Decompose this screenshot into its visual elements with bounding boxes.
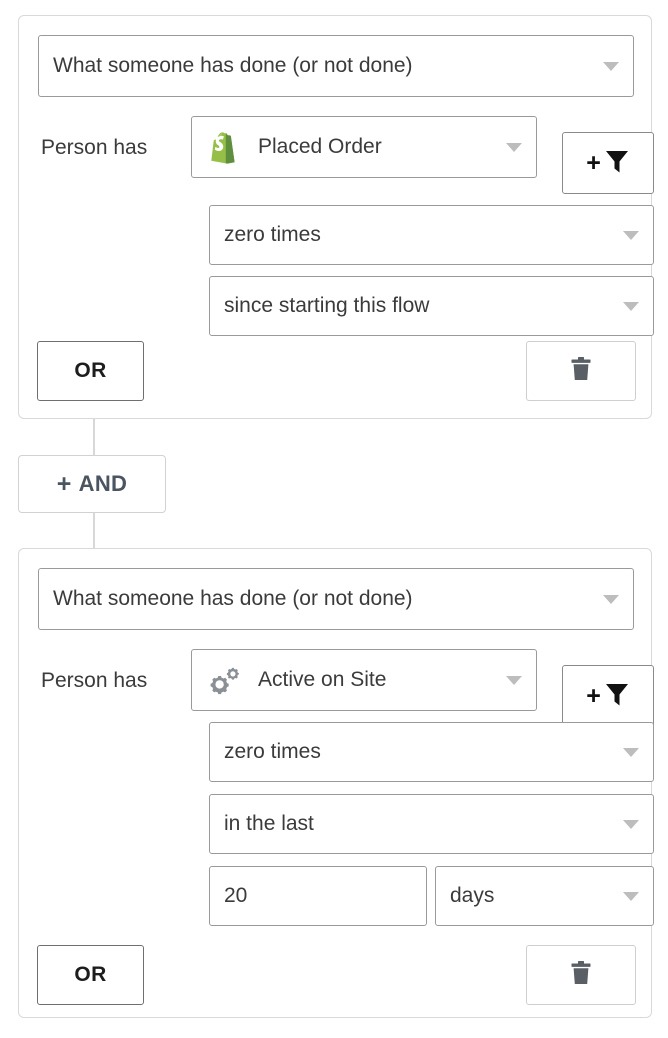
chevron-down-icon bbox=[623, 301, 639, 311]
add-filter-button-2[interactable]: + bbox=[562, 665, 654, 727]
trigger-type-value-1: What someone has done (or not done) bbox=[53, 54, 413, 77]
connector-line-top bbox=[93, 418, 95, 458]
connector-line-bottom bbox=[93, 510, 95, 552]
funnel-icon bbox=[604, 148, 630, 179]
trigger-type-value-2: What someone has done (or not done) bbox=[53, 587, 413, 610]
shopify-icon bbox=[206, 128, 244, 166]
timeframe-select-1[interactable]: since starting this flow bbox=[209, 276, 654, 336]
plus-sign-and: + bbox=[56, 469, 72, 498]
chevron-down-icon bbox=[623, 819, 639, 829]
or-button-1[interactable]: OR bbox=[37, 341, 144, 401]
plus-sign-1: + bbox=[586, 148, 601, 177]
trigger-type-select-1[interactable]: What someone has done (or not done) bbox=[38, 35, 634, 97]
gears-icon bbox=[206, 661, 244, 699]
metric-value-2: Active on Site bbox=[258, 668, 387, 691]
segment-builder: What someone has done (or not done) Pers… bbox=[0, 0, 668, 1038]
timeframe-value-2: in the last bbox=[224, 812, 314, 835]
add-and-condition-button[interactable]: + AND bbox=[18, 455, 166, 513]
chevron-down-icon bbox=[603, 594, 619, 604]
or-button-2[interactable]: OR bbox=[37, 945, 144, 1005]
delete-group-button-1[interactable] bbox=[526, 341, 636, 401]
condition-group-1: What someone has done (or not done) Pers… bbox=[18, 15, 654, 419]
amount-unit-value-2: days bbox=[450, 884, 495, 907]
chevron-down-icon bbox=[506, 142, 522, 152]
frequency-value-1: zero times bbox=[224, 223, 321, 246]
frequency-select-2[interactable]: zero times bbox=[209, 722, 654, 782]
chevron-down-icon bbox=[506, 675, 522, 685]
plus-sign-2: + bbox=[586, 681, 601, 710]
trash-icon bbox=[570, 960, 592, 991]
amount-unit-select-2[interactable]: days bbox=[435, 866, 654, 926]
funnel-icon bbox=[604, 681, 630, 712]
amount-input-2[interactable]: 20 bbox=[209, 866, 427, 926]
person-has-label-2: Person has bbox=[41, 669, 148, 692]
frequency-value-2: zero times bbox=[224, 740, 321, 763]
condition-group-2: What someone has done (or not done) Pers… bbox=[18, 548, 654, 1018]
chevron-down-icon bbox=[603, 61, 619, 71]
metric-select-2[interactable]: Active on Site bbox=[191, 649, 537, 711]
and-button-label: AND bbox=[78, 471, 128, 496]
add-filter-button-1[interactable]: + bbox=[562, 132, 654, 194]
chevron-down-icon bbox=[623, 230, 639, 240]
person-has-label-1: Person has bbox=[41, 136, 148, 159]
chevron-down-icon bbox=[623, 891, 639, 901]
metric-select-1[interactable]: Placed Order bbox=[191, 116, 537, 178]
chevron-down-icon bbox=[623, 747, 639, 757]
timeframe-select-2[interactable]: in the last bbox=[209, 794, 654, 854]
delete-group-button-2[interactable] bbox=[526, 945, 636, 1005]
timeframe-value-1: since starting this flow bbox=[224, 294, 430, 317]
metric-value-1: Placed Order bbox=[258, 135, 382, 158]
trigger-type-select-2[interactable]: What someone has done (or not done) bbox=[38, 568, 634, 630]
trash-icon bbox=[570, 356, 592, 387]
frequency-select-1[interactable]: zero times bbox=[209, 205, 654, 265]
